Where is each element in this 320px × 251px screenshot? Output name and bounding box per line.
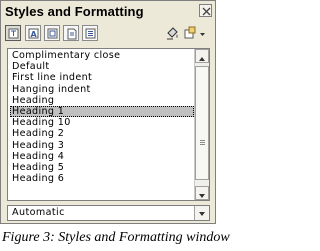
frame-styles-button[interactable] [44, 25, 60, 41]
new-style-from-selection-button[interactable] [183, 25, 207, 43]
style-list-item[interactable]: Hanging indent [10, 84, 194, 95]
scrollbar-thumb[interactable] [195, 66, 209, 180]
scroll-up-icon [199, 57, 205, 61]
list-styles-icon [85, 28, 96, 39]
style-list-item[interactable]: Default [10, 61, 194, 72]
figure-caption: Figure 3: Styles and Formatting window [2, 230, 230, 245]
styles-list-items: Complimentary close Default First line ind… [10, 50, 194, 184]
style-list-item[interactable]: Heading 4 [10, 151, 194, 162]
style-filter-select[interactable]: Automatic [7, 205, 210, 221]
character-styles-icon: A [28, 28, 39, 39]
page-styles-icon [67, 28, 77, 40]
styles-and-formatting-window: Styles and Formatting A Complimentary cl… [0, 0, 216, 224]
character-styles-button[interactable]: A [25, 25, 41, 41]
scroll-down-icon [199, 194, 205, 198]
paragraph-styles-button[interactable] [5, 25, 21, 41]
page-styles-button[interactable] [63, 25, 79, 41]
scroll-up-button[interactable] [195, 49, 209, 63]
style-list-item[interactable]: Heading 3 [10, 140, 194, 151]
svg-text:A: A [31, 30, 38, 39]
scroll-down-button[interactable] [195, 186, 209, 200]
style-list-item[interactable]: Complimentary close [10, 50, 194, 61]
style-toolbar: A [5, 25, 211, 45]
styles-list[interactable]: Complimentary close Default First line ind… [7, 48, 210, 201]
style-list-item[interactable]: Heading 10 [10, 117, 194, 128]
title-bar[interactable]: Styles and Formatting [2, 2, 214, 20]
close-button[interactable] [199, 4, 212, 17]
frame-styles-icon [47, 28, 58, 39]
style-list-item[interactable]: Heading [10, 95, 194, 106]
style-list-item[interactable]: Heading 2 [10, 128, 194, 139]
chevron-down-icon [200, 33, 205, 36]
new-style-from-selection-icon [184, 26, 205, 39]
fill-format-mode-button[interactable] [163, 25, 181, 43]
chevron-down-icon [199, 212, 205, 216]
list-styles-button[interactable] [82, 25, 98, 41]
style-list-item[interactable]: Heading 5 [10, 162, 194, 173]
fill-format-mode-icon [167, 27, 178, 40]
vertical-scrollbar[interactable] [194, 49, 209, 200]
style-list-item[interactable]: Heading 6 [10, 173, 194, 184]
style-list-item[interactable]: First line indent [10, 72, 194, 83]
filter-dropdown-button[interactable] [194, 206, 209, 220]
style-filter-value: Automatic [12, 207, 65, 218]
style-list-item[interactable]: Heading 1 [10, 105, 194, 118]
close-icon [202, 7, 211, 16]
paragraph-styles-icon [8, 28, 19, 39]
window-title: Styles and Formatting [5, 4, 144, 19]
